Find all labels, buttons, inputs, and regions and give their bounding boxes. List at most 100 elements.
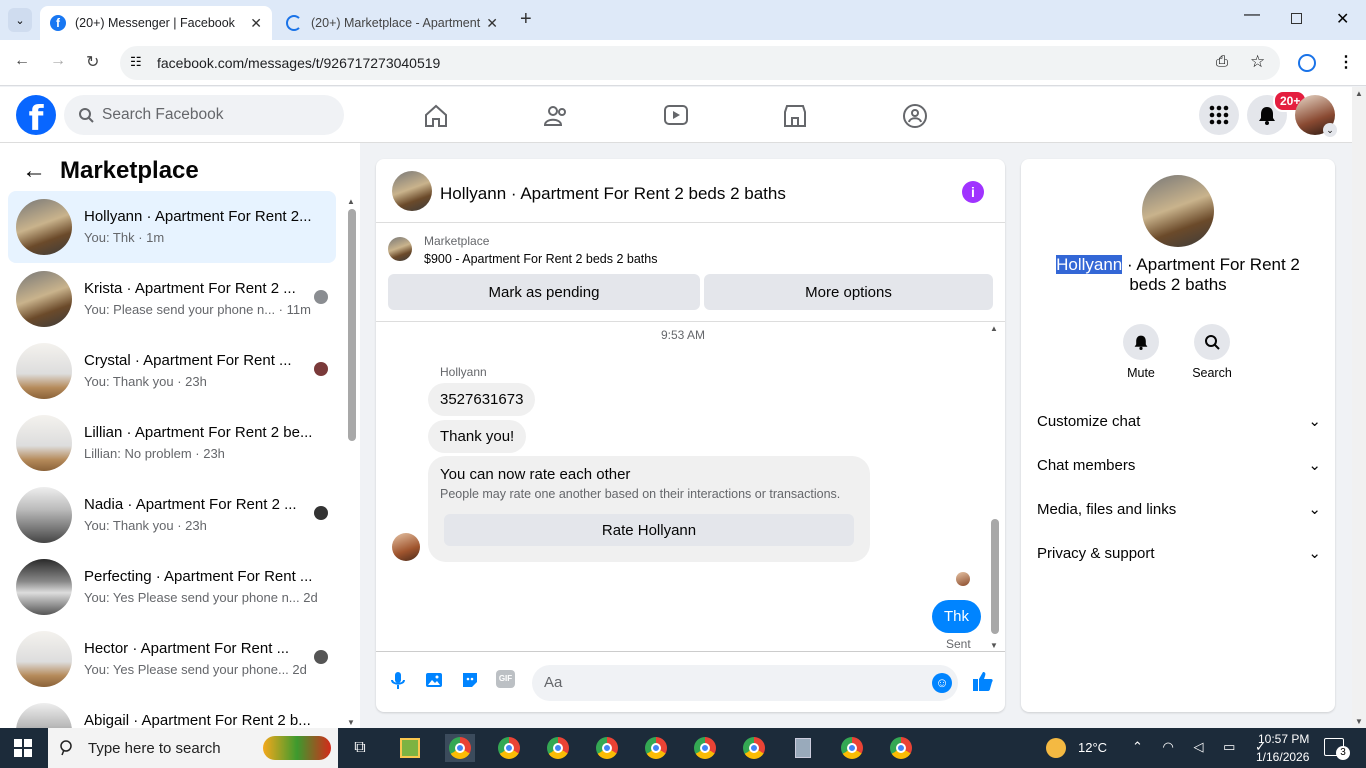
mark-as-pending-button[interactable]: Mark as pending bbox=[388, 274, 700, 310]
home-icon[interactable] bbox=[423, 103, 449, 129]
listing-text[interactable]: $900 - Apartment For Rent 2 beds 2 baths bbox=[424, 252, 657, 266]
temperature-text[interactable]: 12°C bbox=[1078, 740, 1107, 755]
close-window-button[interactable]: ✕ bbox=[1336, 9, 1349, 29]
customize-chat-section[interactable]: Customize chat ⌄ bbox=[1037, 412, 1321, 431]
back-icon[interactable]: ← bbox=[14, 52, 30, 70]
privacy-support-section[interactable]: Privacy & support ⌄ bbox=[1037, 544, 1321, 563]
chrome-taskbar-icon[interactable] bbox=[592, 734, 622, 762]
photo-icon[interactable] bbox=[424, 670, 444, 690]
listing-thumbnail bbox=[16, 199, 72, 255]
system-tray-icons[interactable]: ⌃ ◠ ◁ ▭ ✓ bbox=[1132, 739, 1274, 755]
chat-members-section[interactable]: Chat members ⌄ bbox=[1037, 456, 1321, 475]
profile-icon[interactable] bbox=[1298, 54, 1316, 72]
taskbar-search-box[interactable]: Type here to search bbox=[48, 728, 338, 768]
chrome-taskbar-icon[interactable] bbox=[494, 734, 524, 762]
tab-marketplace[interactable]: (20+) Marketplace - Apartment ✕ bbox=[276, 6, 508, 40]
close-tab-icon[interactable]: ✕ bbox=[250, 15, 262, 32]
chevron-down-icon: ⌄ bbox=[1308, 413, 1321, 430]
chrome-taskbar-icon[interactable] bbox=[445, 734, 475, 762]
message-bubble[interactable]: 3527631673 bbox=[428, 383, 536, 416]
groups-icon[interactable] bbox=[902, 103, 928, 129]
chrome-taskbar-icon[interactable] bbox=[886, 734, 916, 762]
account-chevron-icon[interactable]: ⌄ bbox=[1323, 123, 1337, 137]
chat-scrollbar[interactable]: ▲ ▼ bbox=[990, 324, 1000, 650]
sticker-icon[interactable] bbox=[460, 670, 480, 690]
facebook-logo-icon[interactable]: f bbox=[16, 95, 56, 135]
restore-button[interactable] bbox=[1291, 13, 1302, 24]
conversation-item[interactable]: Hollyann · Apartment For Rent 2... You: … bbox=[8, 191, 336, 263]
conversation-item[interactable]: Krista · Apartment For Rent 2 ... You: P… bbox=[8, 263, 336, 335]
conversation-preview: You: Please send your phone n... · 11m bbox=[84, 302, 311, 317]
weather-moon-icon[interactable] bbox=[1046, 738, 1066, 758]
seen-avatar bbox=[314, 650, 328, 664]
info-icon[interactable]: i bbox=[962, 181, 984, 203]
video-icon[interactable] bbox=[663, 103, 689, 129]
conversation-item[interactable]: Crystal · Apartment For Rent ... You: Th… bbox=[8, 335, 336, 407]
facebook-search-input[interactable]: Search Facebook bbox=[64, 95, 344, 135]
tab-search-button[interactable]: ⌄ bbox=[8, 8, 32, 32]
listing-thumbnail bbox=[16, 271, 72, 327]
conversation-item[interactable]: Hector · Apartment For Rent ... You: Yes… bbox=[8, 623, 336, 695]
tab-title: (20+) Marketplace - Apartment bbox=[311, 16, 481, 30]
message-bubble[interactable]: Thank you! bbox=[428, 420, 527, 453]
forward-icon[interactable]: → bbox=[50, 52, 66, 70]
calculator-icon[interactable] bbox=[788, 734, 818, 762]
search-in-chat-button[interactable]: Search bbox=[1191, 324, 1233, 380]
windows-start-icon[interactable] bbox=[14, 739, 32, 757]
site-info-icon[interactable]: ☷ bbox=[130, 54, 142, 70]
conversation-preview: Lillian: No problem · 23h bbox=[84, 446, 225, 461]
close-tab-icon[interactable]: ✕ bbox=[486, 15, 498, 32]
chrome-taskbar-icon[interactable] bbox=[543, 734, 573, 762]
friends-icon[interactable] bbox=[543, 103, 569, 129]
conversation-name: Perfecting · Apartment For Rent ... bbox=[84, 568, 313, 585]
chrome-taskbar-icon[interactable] bbox=[837, 734, 867, 762]
more-options-button[interactable]: More options bbox=[704, 274, 993, 310]
message-input[interactable]: Aa ☺ bbox=[532, 665, 958, 701]
new-tab-button[interactable]: + bbox=[520, 8, 532, 31]
chrome-taskbar-icon[interactable] bbox=[690, 734, 720, 762]
bookmark-star-icon[interactable]: ☆ bbox=[1250, 52, 1265, 72]
conversation-item[interactable]: Perfecting · Apartment For Rent ... You:… bbox=[8, 551, 336, 623]
address-bar[interactable]: ☷ facebook.com/messages/t/92671727304051… bbox=[120, 46, 1280, 80]
selected-name-text: Hollyann bbox=[1056, 255, 1123, 274]
clock-time[interactable]: 10:57 PM bbox=[1258, 732, 1309, 746]
browser-menu-icon[interactable]: ⋮ bbox=[1338, 52, 1354, 72]
mute-button[interactable]: Mute bbox=[1121, 324, 1161, 380]
sidebar-scrollbar[interactable]: ▲ ▼ bbox=[347, 197, 357, 727]
conversation-preview: You: Thank you · 23h bbox=[84, 374, 207, 389]
microphone-icon[interactable] bbox=[388, 670, 408, 690]
facebook-header: f Search Facebook 20+ ⌄ bbox=[0, 87, 1352, 143]
tab-messenger[interactable]: f (20+) Messenger | Facebook ✕ bbox=[40, 6, 272, 40]
my-message-bubble[interactable]: Thk bbox=[932, 600, 982, 633]
menu-grid-button[interactable] bbox=[1199, 95, 1239, 135]
sender-avatar[interactable] bbox=[392, 533, 420, 561]
chrome-taskbar-icon[interactable] bbox=[641, 734, 671, 762]
conversation-item[interactable]: Abigail · Apartment For Rent 2 b... bbox=[8, 695, 336, 728]
conversation-item[interactable]: Nadia · Apartment For Rent 2 ... You: Th… bbox=[8, 479, 336, 551]
conversation-item[interactable]: Lillian · Apartment For Rent 2 be... Lil… bbox=[8, 407, 336, 479]
chat-avatar[interactable] bbox=[392, 171, 432, 211]
chat-title[interactable]: Hollyann · Apartment For Rent 2 beds 2 b… bbox=[440, 184, 786, 204]
back-arrow-icon[interactable]: ← bbox=[22, 157, 46, 185]
install-app-icon[interactable]: ⎙ bbox=[1216, 53, 1228, 70]
rating-title: You can now rate each other bbox=[440, 466, 631, 483]
message-text: 3527631673 bbox=[440, 391, 524, 408]
media-files-links-section[interactable]: Media, files and links ⌄ bbox=[1037, 500, 1321, 519]
emoji-icon[interactable]: ☺ bbox=[932, 673, 952, 693]
rate-hollyann-button[interactable]: Rate Hollyann bbox=[444, 514, 854, 546]
details-avatar[interactable] bbox=[1142, 175, 1214, 247]
task-view-icon[interactable]: ⧉ bbox=[345, 734, 375, 762]
search-label: Search bbox=[1192, 366, 1232, 380]
app-icon[interactable] bbox=[395, 734, 425, 762]
marketplace-icon[interactable] bbox=[782, 103, 808, 129]
page-scrollbar[interactable]: ▲ ▼ bbox=[1352, 87, 1366, 728]
chrome-taskbar-icon[interactable] bbox=[739, 734, 769, 762]
bell-icon bbox=[1134, 335, 1148, 350]
reload-icon[interactable]: ↻ bbox=[86, 52, 99, 72]
gif-icon[interactable]: GIF bbox=[496, 670, 515, 688]
clock-date[interactable]: 1/16/2026 bbox=[1256, 750, 1309, 764]
minimize-button[interactable]: — bbox=[1244, 6, 1260, 24]
conversation-preview: You: Yes Please send your phone... 2d bbox=[84, 662, 307, 677]
like-thumbs-up-icon[interactable] bbox=[972, 670, 994, 692]
chevron-down-icon: ⌄ bbox=[1308, 501, 1321, 518]
